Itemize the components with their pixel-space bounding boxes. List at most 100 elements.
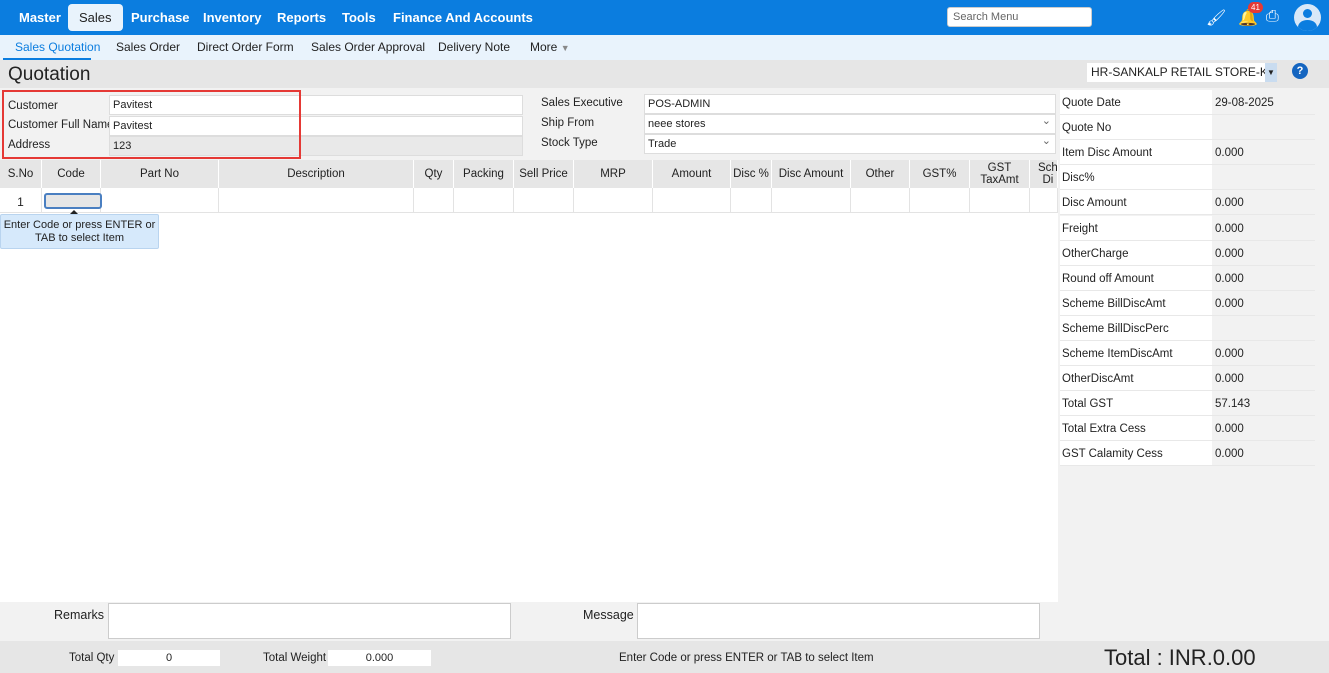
nav-reports[interactable]: Reports [266,4,337,31]
summary-value[interactable]: 0.000 [1213,441,1315,466]
cell-mrp[interactable] [574,188,653,213]
paint-brush-icon[interactable]: 🖌 [1206,8,1226,28]
message-label: Message [583,608,634,622]
tab-sales-order[interactable]: Sales Order [116,40,180,54]
summary-value[interactable]: 0.000 [1213,140,1315,165]
summary-label: Total Extra Cess [1060,416,1212,441]
col-qty: Qty [414,160,454,188]
summary-row: Disc% [1060,165,1315,191]
notification-badge: 41 [1248,2,1263,13]
cell-disc-perc[interactable] [731,188,772,213]
summary-label: Scheme BillDiscPerc [1060,315,1212,340]
summary-label: Disc% [1060,165,1212,190]
total-qty-label: Total Qty [69,652,115,664]
summary-label: GST Calamity Cess [1060,441,1212,466]
tab-delivery-note[interactable]: Delivery Note [438,40,510,54]
cell-qty[interactable] [414,188,454,213]
tab-more[interactable]: More ▼ [530,40,570,54]
col-amount: Amount [653,160,731,188]
cell-description[interactable] [219,188,414,213]
tab-direct-order-form[interactable]: Direct Order Form [197,40,294,54]
nav-finance[interactable]: Finance And Accounts [382,4,544,31]
nav-master[interactable]: Master [8,4,72,31]
caret-down-icon: ▼ [560,43,570,53]
summary-value[interactable]: 0.000 [1213,240,1315,265]
summary-value[interactable]: 29-08-2025 [1213,90,1315,114]
summary-value[interactable]: 0.000 [1213,341,1315,365]
summary-row: Scheme BillDiscAmt 0.000 [1060,290,1315,316]
cell-disc-amount[interactable] [772,188,851,213]
nav-sales[interactable]: Sales [68,4,123,31]
summary-label: Freight [1060,215,1212,240]
nav-purchase[interactable]: Purchase [120,4,201,31]
ship-from-select[interactable]: neee stores [644,114,1056,134]
summary-label: Total GST [1060,391,1212,416]
col-gst-taxamt: GST TaxAmt [970,160,1030,188]
summary-value[interactable] [1213,115,1315,140]
summary-label: Item Disc Amount [1060,140,1212,165]
sales-executive-label: Sales Executive [541,97,623,109]
avatar[interactable] [1294,4,1321,31]
help-icon[interactable]: ? [1292,63,1308,79]
store-select[interactable]: HR-SANKALP RETAIL STORE-K ▼ [1087,63,1277,82]
cell-packing[interactable] [454,188,514,213]
cell-sch-disc[interactable] [1030,188,1058,213]
summary-label: Scheme ItemDiscAmt [1060,341,1212,365]
total-qty-value: 0 [118,650,220,666]
remarks-label: Remarks [54,608,105,622]
cell-gst-taxamt[interactable] [970,188,1030,213]
summary-row: Total GST 57.143 [1060,391,1315,417]
total-weight-label: Total Weight [263,652,327,664]
code-input[interactable] [44,193,102,209]
summary-value[interactable]: 0.000 [1213,215,1315,240]
summary-label: Round off Amount [1060,265,1212,290]
sub-nav: Sales Quotation Sales Order Direct Order… [0,35,1329,60]
row-sno: 1 [0,188,42,213]
col-packing: Packing [454,160,514,188]
code-tooltip: Enter Code or press ENTER or TAB to sele… [0,210,159,249]
footer-hint: Enter Code or press ENTER or TAB to sele… [619,652,874,664]
stock-type-select[interactable]: Trade [644,134,1056,154]
summary-row: Scheme BillDiscPerc [1060,315,1315,341]
dropdown-icon: ▼ [1265,63,1277,82]
summary-row: Round off Amount 0.000 [1060,265,1315,291]
nav-tools[interactable]: Tools [331,4,387,31]
cell-amount[interactable] [653,188,731,213]
summary-row: Quote Date 29-08-2025 [1060,90,1315,115]
col-mrp: MRP [574,160,653,188]
search-menu-input[interactable]: Search Menu [947,7,1092,27]
col-disc-amount: Disc Amount [772,160,851,188]
stock-type-label: Stock Type [541,137,598,149]
sales-executive-input[interactable]: POS-ADMIN [644,94,1056,114]
summary-label: Quote No [1060,115,1212,140]
col-gst-perc: GST% [910,160,970,188]
summary-value[interactable] [1213,165,1315,190]
tab-sales-quotation[interactable]: Sales Quotation [15,40,100,54]
highlight-box [2,90,301,159]
page-title: Quotation [8,64,91,85]
summary-row: OtherCharge 0.000 [1060,240,1315,266]
print-icon[interactable]: ⎙ [1266,8,1279,26]
cell-gst-perc[interactable] [910,188,970,213]
summary-value[interactable]: 0.000 [1213,290,1315,315]
summary-row: Item Disc Amount 0.000 [1060,140,1315,166]
cell-part-no[interactable] [101,188,219,213]
summary-label: OtherDiscAmt [1060,366,1212,391]
summary-value[interactable] [1213,315,1315,340]
remarks-textarea[interactable] [108,603,511,639]
summary-value[interactable]: 0.000 [1213,416,1315,441]
summary-value[interactable]: 0.000 [1213,190,1315,215]
summary-value[interactable]: 0.000 [1213,265,1315,290]
top-nav: Master Sales Purchase Inventory Reports … [0,0,1329,35]
nav-inventory[interactable]: Inventory [192,4,273,31]
summary-row: Freight 0.000 [1060,215,1315,241]
summary-value[interactable]: 57.143 [1213,391,1315,416]
cell-other[interactable] [851,188,910,213]
summary-row: OtherDiscAmt 0.000 [1060,366,1315,392]
col-sno: S.No [0,160,42,188]
summary-row: Disc Amount 0.000 [1060,190,1315,216]
summary-value[interactable]: 0.000 [1213,366,1315,391]
message-textarea[interactable] [637,603,1040,639]
cell-sell-price[interactable] [514,188,574,213]
tab-sales-order-approval[interactable]: Sales Order Approval [311,40,425,54]
